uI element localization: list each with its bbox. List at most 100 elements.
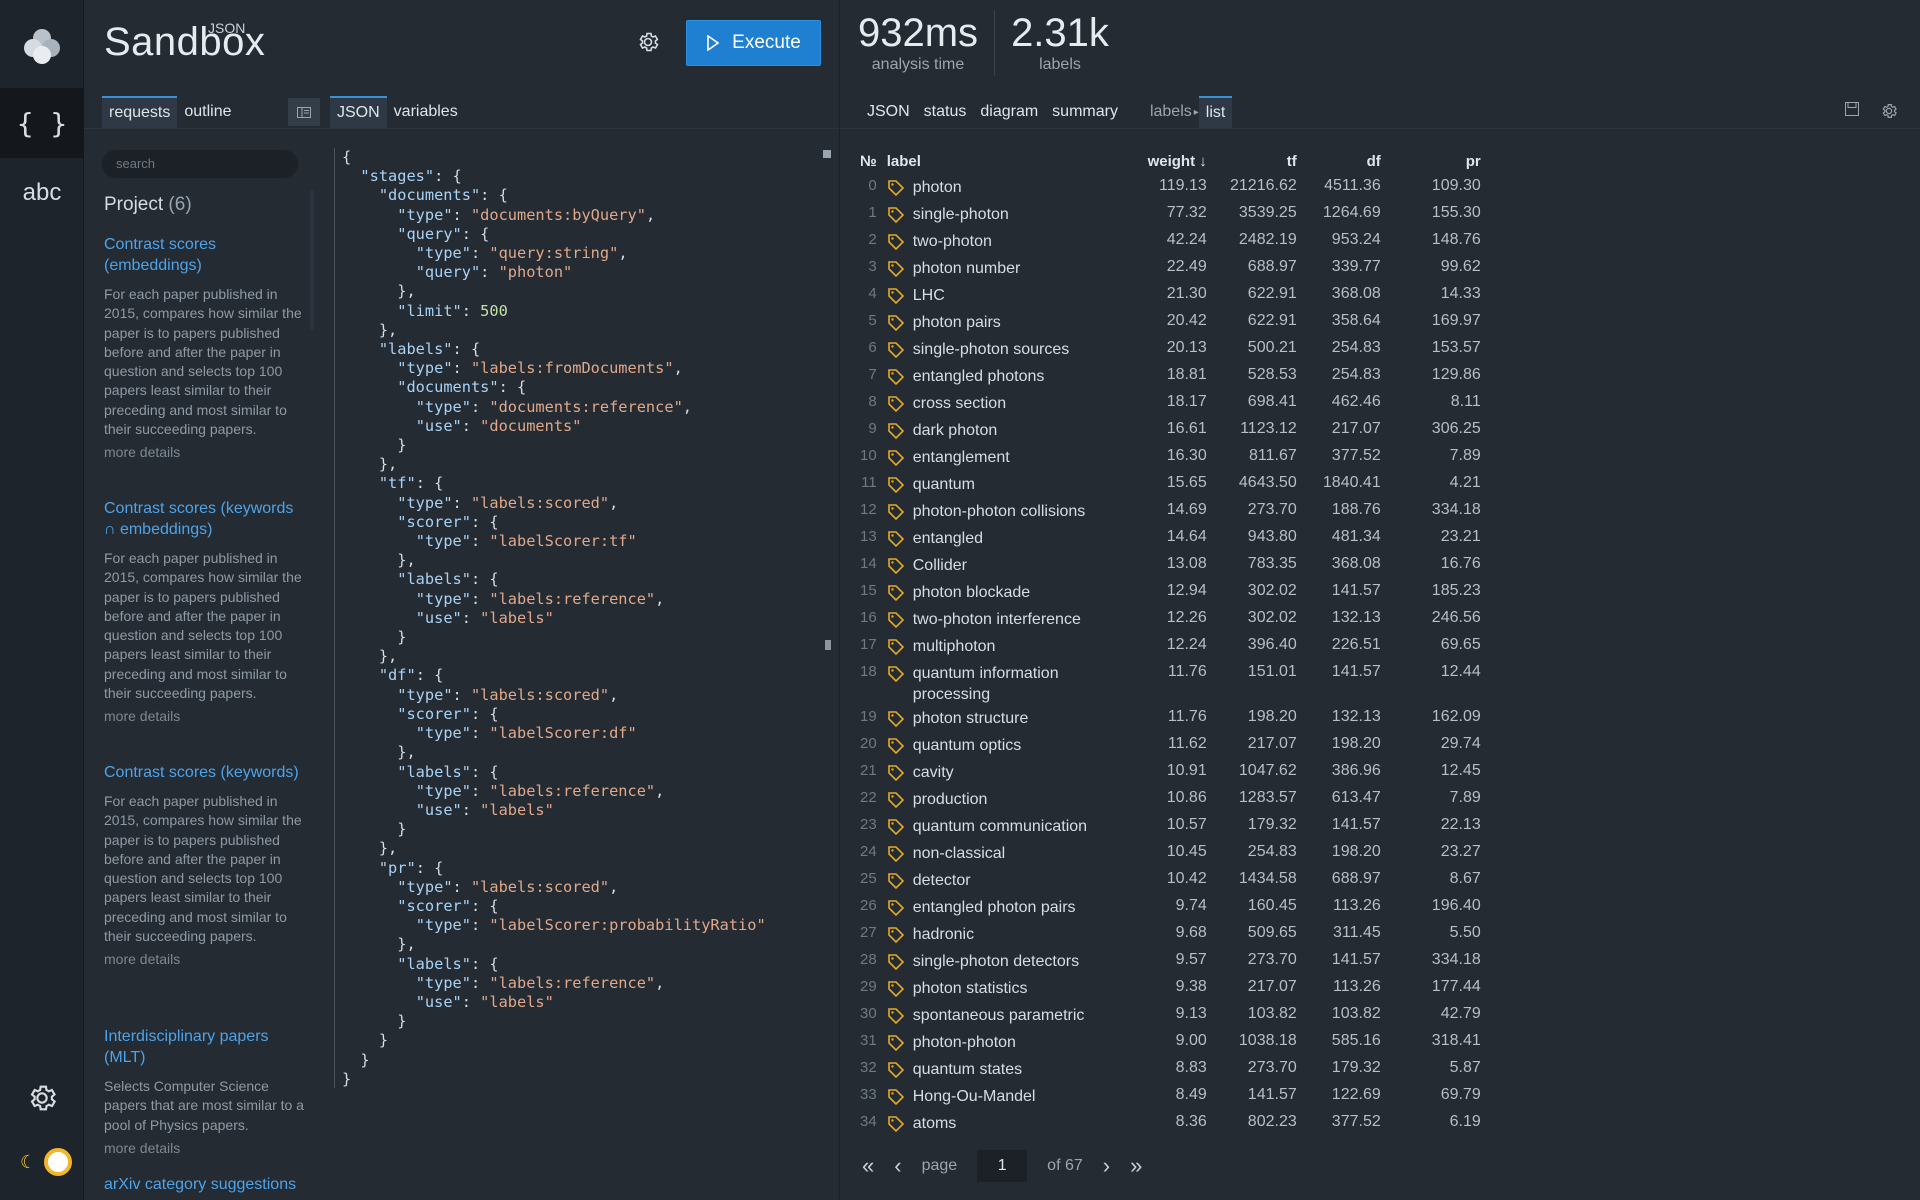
row-label[interactable]: quantum (913, 474, 975, 495)
row-label[interactable]: multiphoton (913, 636, 996, 657)
list-item[interactable]: Interdisciplinary papers (MLT) Selects C… (104, 1026, 304, 1156)
search-input[interactable]: search (102, 150, 298, 178)
tab-outline[interactable]: outline (177, 96, 238, 128)
table-row[interactable]: 11 quantum 15.65 4643.50 1840.41 4.21 (860, 471, 1481, 498)
row-label-cell[interactable]: entangled photons (887, 363, 1125, 390)
row-label-cell[interactable]: quantum (887, 471, 1125, 498)
list-item[interactable]: arXiv category suggestions (104, 1174, 304, 1195)
table-row[interactable]: 18 quantum information processing 11.76 151… (860, 660, 1481, 705)
table-row[interactable]: 8 cross section 18.17 698.41 462.46 8.11 (860, 390, 1481, 417)
row-label[interactable]: photon (913, 177, 962, 198)
table-row[interactable]: 21 cavity 10.91 1047.62 386.96 12.45 (860, 759, 1481, 786)
col-weight[interactable]: weight ↓ (1125, 148, 1207, 174)
row-label[interactable]: Hong-Ou-Mandel (913, 1086, 1036, 1107)
row-label-cell[interactable]: detector (887, 867, 1125, 894)
tab-status[interactable]: status (917, 96, 974, 128)
row-label-cell[interactable]: photon (887, 174, 1125, 201)
row-label-cell[interactable]: quantum states (887, 1056, 1125, 1083)
row-label[interactable]: single-photon detectors (913, 951, 1079, 972)
table-row[interactable]: 3 photon number 22.49 688.97 339.77 99.62 (860, 255, 1481, 282)
save-icon[interactable] (1844, 101, 1860, 117)
table-row[interactable]: 29 photon statistics 9.38 217.07 113.26 177.4… (860, 975, 1481, 1002)
json-editor[interactable]: { "stages": { "documents": { "type": "do… (334, 148, 832, 1088)
row-label-cell[interactable]: cross section (887, 390, 1125, 417)
panel-splitter[interactable] (839, 0, 840, 1200)
row-label-cell[interactable]: entangled photon pairs (887, 894, 1125, 921)
table-row[interactable]: 32 quantum states 8.83 273.70 179.32 5.87 (860, 1056, 1481, 1083)
col-label[interactable]: label (887, 148, 1125, 174)
table-row[interactable]: 13 entangled 14.64 943.80 481.34 23.21 (860, 525, 1481, 552)
row-label-cell[interactable]: production (887, 786, 1125, 813)
tab-list[interactable]: list (1198, 96, 1233, 128)
row-label-cell[interactable]: photon number (887, 255, 1125, 282)
toggle-sidebar-button[interactable] (288, 98, 320, 126)
request-settings-gear-icon[interactable] (636, 30, 660, 54)
table-row[interactable]: 25 detector 10.42 1434.58 688.97 8.67 (860, 867, 1481, 894)
row-label-cell[interactable]: quantum communication (887, 813, 1125, 840)
tab-result-json[interactable]: JSON (860, 96, 917, 128)
row-label-cell[interactable]: photon-photon collisions (887, 498, 1125, 525)
row-label-cell[interactable]: atoms (887, 1110, 1125, 1137)
list-item[interactable]: Contrast scores (keywords ∩ embeddings) … (104, 498, 304, 724)
row-label-cell[interactable]: non-classical (887, 840, 1125, 867)
table-row[interactable]: 5 photon pairs 20.42 622.91 358.64 169.97 (860, 309, 1481, 336)
editor-scrollbar-marker[interactable] (823, 150, 831, 158)
table-row[interactable]: 30 spontaneous parametric 9.13 103.82 103.82… (860, 1002, 1481, 1029)
page-number-input[interactable] (977, 1150, 1028, 1182)
row-label-cell[interactable]: two-photon interference (887, 606, 1125, 633)
tab-requests[interactable]: requests (102, 96, 178, 128)
row-label-cell[interactable]: two-photon (887, 228, 1125, 255)
row-label[interactable]: photon-photon collisions (913, 501, 1086, 522)
row-label[interactable]: Collider (913, 555, 967, 576)
row-label-cell[interactable]: photon pairs (887, 309, 1125, 336)
table-row[interactable]: 1 single-photon 77.32 3539.25 1264.69 155.30 (860, 201, 1481, 228)
table-row[interactable]: 0 photon 119.13 21216.62 4511.36 109.30 (860, 174, 1481, 201)
col-index[interactable]: № (860, 148, 887, 174)
row-label[interactable]: quantum optics (913, 735, 1022, 756)
more-details-link[interactable]: more details (104, 1140, 304, 1156)
table-row[interactable]: 6 single-photon sources 20.13 500.21 254.83 1… (860, 336, 1481, 363)
row-label[interactable]: single-photon sources (913, 339, 1070, 360)
tab-labels[interactable]: labels (1143, 96, 1194, 128)
table-row[interactable]: 22 production 10.86 1283.57 613.47 7.89 (860, 786, 1481, 813)
tab-variables[interactable]: variables (387, 96, 465, 128)
row-label-cell[interactable]: photon blockade (887, 579, 1125, 606)
tab-diagram[interactable]: diagram (973, 96, 1045, 128)
row-label-cell[interactable]: spontaneous parametric (887, 1002, 1125, 1029)
json-code[interactable]: { "stages": { "documents": { "type": "do… (342, 148, 766, 1089)
row-label-cell[interactable]: hadronic (887, 921, 1125, 948)
sidebar-scrollbar[interactable] (310, 190, 314, 330)
row-label[interactable]: quantum states (913, 1059, 1022, 1080)
row-label[interactable]: detector (913, 870, 971, 891)
table-row[interactable]: 14 Collider 13.08 783.35 368.08 16.76 (860, 552, 1481, 579)
tab-summary[interactable]: summary (1045, 96, 1125, 128)
more-details-link[interactable]: more details (104, 951, 304, 967)
table-row[interactable]: 16 two-photon interference 12.26 302.02 132.… (860, 606, 1481, 633)
execute-button[interactable]: Execute (686, 20, 821, 66)
next-page-icon[interactable]: › (1103, 1153, 1110, 1179)
row-label[interactable]: cavity (913, 762, 954, 783)
row-label[interactable]: non-classical (913, 843, 1005, 864)
table-row[interactable]: 33 Hong-Ou-Mandel 8.49 141.57 122.69 69.79 (860, 1083, 1481, 1110)
table-row[interactable]: 2 two-photon 42.24 2482.19 953.24 148.76 (860, 228, 1481, 255)
row-label[interactable]: photon number (913, 258, 1021, 279)
row-label[interactable]: photon-photon (913, 1032, 1016, 1053)
table-row[interactable]: 12 photon-photon collisions 14.69 273.70 188… (860, 498, 1481, 525)
settings-gear-icon[interactable] (26, 1082, 58, 1114)
more-details-link[interactable]: more details (104, 708, 304, 724)
row-label-cell[interactable]: entanglement (887, 444, 1125, 471)
row-label[interactable]: photon structure (913, 708, 1029, 729)
table-row[interactable]: 26 entangled photon pairs 9.74 160.45 113.26… (860, 894, 1481, 921)
row-label-cell[interactable]: dark photon (887, 417, 1125, 444)
row-label[interactable]: production (913, 789, 988, 810)
row-label[interactable]: entanglement (913, 447, 1010, 468)
entry-title[interactable]: Interdisciplinary papers (MLT) (104, 1026, 304, 1068)
table-row[interactable]: 15 photon blockade 12.94 302.02 141.57 185.23 (860, 579, 1481, 606)
row-label[interactable]: hadronic (913, 924, 974, 945)
col-pr[interactable]: pr (1381, 148, 1481, 174)
row-label[interactable]: photon statistics (913, 978, 1028, 999)
table-row[interactable]: 7 entangled photons 18.81 528.53 254.83 129.8… (860, 363, 1481, 390)
row-label-cell[interactable]: single-photon detectors (887, 948, 1125, 975)
list-item[interactable]: Contrast scores (keywords) For each pape… (104, 762, 304, 967)
entry-title[interactable]: Contrast scores (embeddings) (104, 234, 304, 276)
